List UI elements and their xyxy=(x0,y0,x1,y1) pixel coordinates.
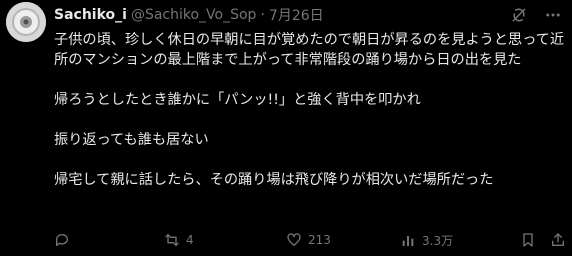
bookmark-button[interactable] xyxy=(520,232,536,248)
views-button[interactable]: 3.3万 xyxy=(400,232,453,249)
handle[interactable]: @Sachiko_Vo_Sop xyxy=(131,7,257,23)
repost-button[interactable]: 4 xyxy=(164,232,194,248)
repost-count: 4 xyxy=(186,233,194,247)
post-header: Sachiko_i @Sachiko_Vo_Sop · 7月26日 xyxy=(54,4,324,26)
avatar[interactable] xyxy=(6,2,46,42)
reply-button[interactable] xyxy=(54,232,70,248)
post-paragraph: 帰宅して親に話したら、その踊り場は飛び降りが相次いだ場所だった xyxy=(54,172,494,188)
grok-icon[interactable] xyxy=(510,6,528,24)
heart-icon xyxy=(287,233,301,246)
like-count: 213 xyxy=(308,233,331,247)
views-icon xyxy=(402,236,414,246)
post-body: 子供の頃、珍しく休日の早朝に目が覚めたので朝日が昇るのを見ようと思って近所のマン… xyxy=(54,30,568,190)
avatar-image xyxy=(6,2,46,42)
post-date[interactable]: 7月26日 xyxy=(269,5,324,25)
post-footer: 4 213 3.3万 xyxy=(54,230,568,250)
post-paragraph: 帰ろうとしたとき誰かに「パンッ!!」と強く背中を叩かれ xyxy=(54,92,421,108)
bookmark-icon xyxy=(523,233,533,247)
views-count: 3.3万 xyxy=(422,233,454,248)
share-button[interactable] xyxy=(550,232,566,248)
like-button[interactable]: 213 xyxy=(286,232,331,248)
post-paragraph: 振り返っても誰も居ない xyxy=(54,132,209,148)
display-name[interactable]: Sachiko_i xyxy=(54,7,127,23)
more-icon[interactable] xyxy=(544,6,562,24)
share-icon xyxy=(552,233,564,246)
separator: · xyxy=(260,7,265,23)
post[interactable]: Sachiko_i @Sachiko_Vo_Sop · 7月26日 子供の頃、珍… xyxy=(0,0,572,256)
top-actions xyxy=(510,4,562,26)
repost-icon xyxy=(165,234,179,246)
post-paragraph: 子供の頃、珍しく休日の早朝に目が覚めたので朝日が昇るのを見ようと思って近所のマン… xyxy=(54,32,565,68)
reply-icon xyxy=(55,234,68,246)
